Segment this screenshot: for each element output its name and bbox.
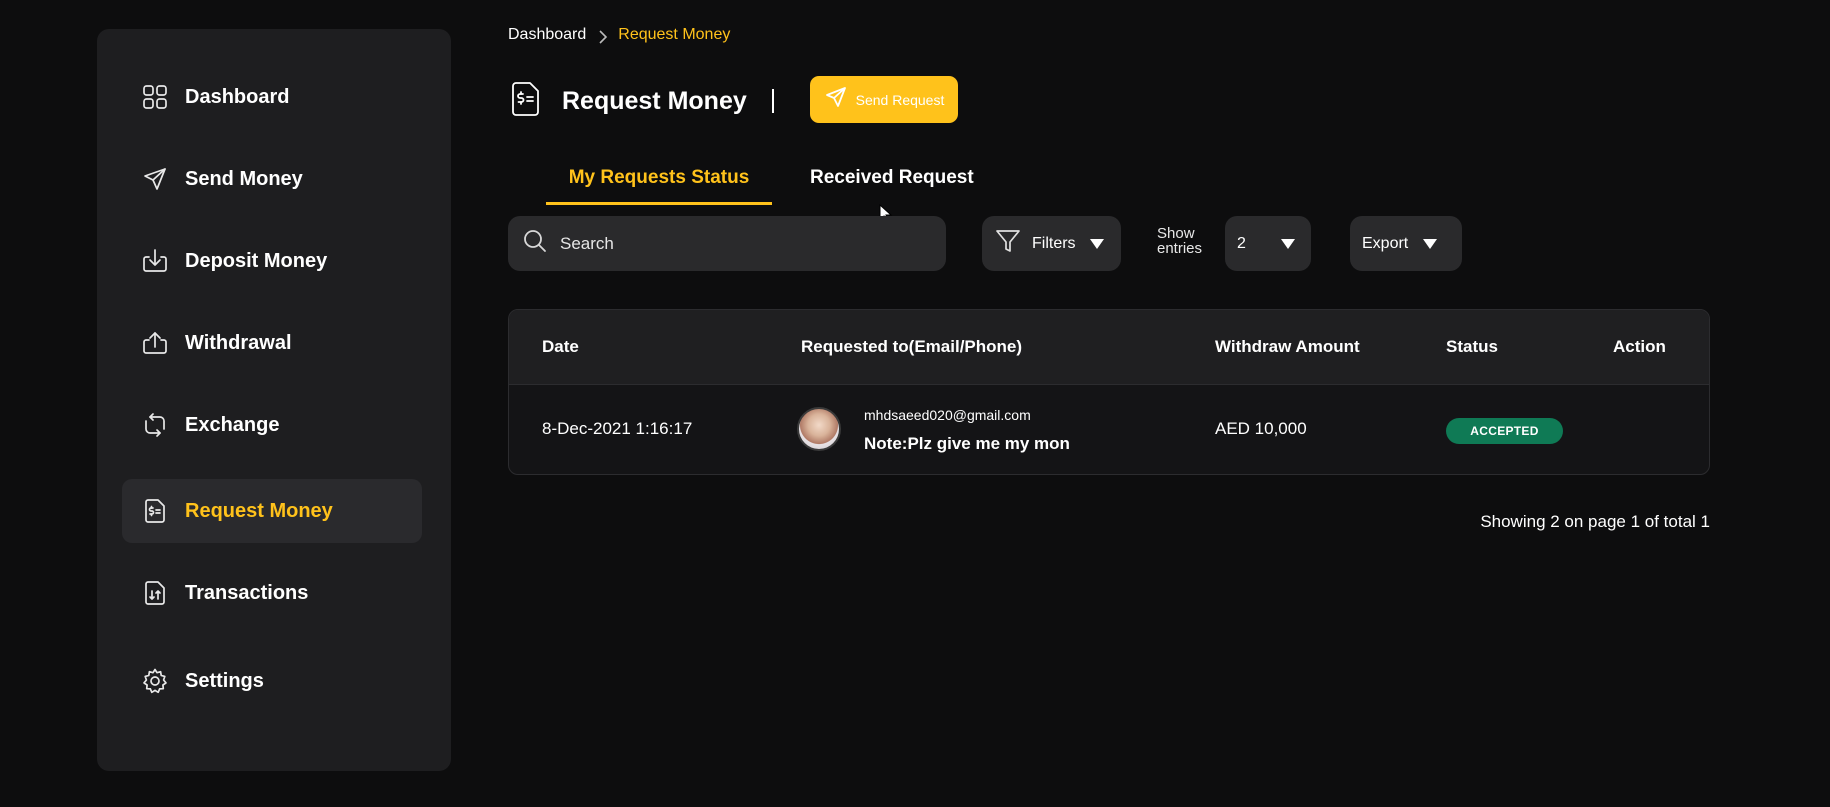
upload-tray-icon: [140, 328, 170, 358]
sidebar-item-send-money[interactable]: Send Money: [122, 147, 422, 211]
send-request-label: Send Request: [855, 91, 945, 108]
sidebar-item-label: Withdrawal: [185, 331, 292, 354]
tab-received-request[interactable]: Received Request: [810, 167, 974, 205]
entries-select[interactable]: 2: [1225, 216, 1311, 271]
column-header-requested-to: Requested to(Email/Phone): [801, 337, 1023, 356]
page-title: Request Money: [562, 86, 747, 115]
show-entries-label: Show entries: [1157, 226, 1202, 256]
breadcrumb-root-link[interactable]: Dashboard: [508, 26, 586, 44]
search-box: [508, 216, 946, 271]
sidebar-item-label: Settings: [185, 669, 264, 692]
send-request-button[interactable]: Send Request: [810, 76, 958, 123]
tab-my-requests-status[interactable]: My Requests Status: [546, 167, 772, 205]
sidebar-item-exchange[interactable]: Exchange: [122, 393, 422, 457]
column-header-status: Status: [1446, 337, 1498, 356]
filters-button[interactable]: Filters: [982, 216, 1121, 271]
caret-down-icon: [1281, 238, 1295, 249]
sidebar-item-withdrawal[interactable]: Withdrawal: [122, 311, 422, 375]
sidebar-item-label: Exchange: [185, 413, 280, 436]
sidebar-item-deposit-money[interactable]: Deposit Money: [122, 229, 422, 293]
sidebar-item-label: Deposit Money: [185, 249, 328, 272]
sidebar-item-label: Request Money: [185, 499, 333, 522]
dollar-document-icon: [140, 496, 170, 526]
gear-icon: [140, 666, 170, 696]
cell-date: 8-Dec-2021 1:16:17: [542, 419, 693, 438]
cell-email: mhdsaeed020@gmail.com: [864, 407, 1031, 423]
funnel-icon: [994, 227, 1022, 260]
status-badge: ACCEPTED: [1446, 418, 1563, 444]
export-label: Export: [1362, 234, 1409, 252]
table-row[interactable]: 8-Dec-2021 1:16:17 mhdsaeed020@gmail.com…: [509, 384, 1709, 474]
exchange-arrows-icon: [140, 410, 170, 440]
requests-table: Date Requested to(Email/Phone) Withdraw …: [508, 309, 1710, 475]
breadcrumb: Dashboard Request Money: [508, 26, 730, 44]
sidebar: Dashboard Send Money Deposit Money Withd…: [97, 29, 451, 771]
sidebar-item-settings[interactable]: Settings: [122, 649, 422, 713]
search-icon: [522, 228, 548, 259]
filters-label: Filters: [1032, 234, 1076, 252]
paper-plane-icon: [140, 164, 170, 194]
transfer-document-icon: [140, 578, 170, 608]
show-entries-line2: entries: [1157, 240, 1203, 257]
column-header-action: Action: [1613, 337, 1666, 356]
paper-plane-icon: [824, 85, 848, 114]
export-button[interactable]: Export: [1350, 216, 1462, 271]
grid-icon: [140, 82, 170, 112]
sidebar-item-request-money[interactable]: Request Money: [122, 479, 422, 543]
search-input[interactable]: [560, 233, 920, 254]
caret-down-icon: [1089, 238, 1104, 249]
sidebar-item-label: Send Money: [185, 167, 303, 190]
page: Dashboard Send Money Deposit Money Withd…: [0, 0, 1830, 807]
entries-value: 2: [1237, 234, 1246, 252]
cell-note: Note:Plz give me my mon: [864, 434, 1070, 453]
pagination-info: Showing 2 on page 1 of total 1: [1480, 512, 1710, 531]
sidebar-item-transactions[interactable]: Transactions: [122, 561, 422, 625]
sidebar-item-dashboard[interactable]: Dashboard: [122, 65, 422, 129]
table-header: Date Requested to(Email/Phone) Withdraw …: [509, 310, 1709, 384]
cell-amount: AED 10,000: [1215, 419, 1307, 438]
column-header-amount: Withdraw Amount: [1215, 337, 1360, 356]
column-header-date: Date: [542, 337, 579, 356]
avatar: [797, 407, 841, 451]
dollar-document-icon: [508, 80, 542, 123]
page-header: Request Money Send Request: [508, 76, 958, 126]
chevron-right-icon: [598, 30, 608, 44]
sidebar-item-label: Dashboard: [185, 85, 290, 108]
caret-down-icon: [1423, 238, 1438, 249]
breadcrumb-current: Request Money: [618, 26, 731, 43]
sidebar-item-label: Transactions: [185, 581, 309, 604]
title-divider: [772, 89, 774, 113]
download-tray-icon: [140, 246, 170, 276]
show-entries-line1: Show: [1157, 225, 1195, 242]
